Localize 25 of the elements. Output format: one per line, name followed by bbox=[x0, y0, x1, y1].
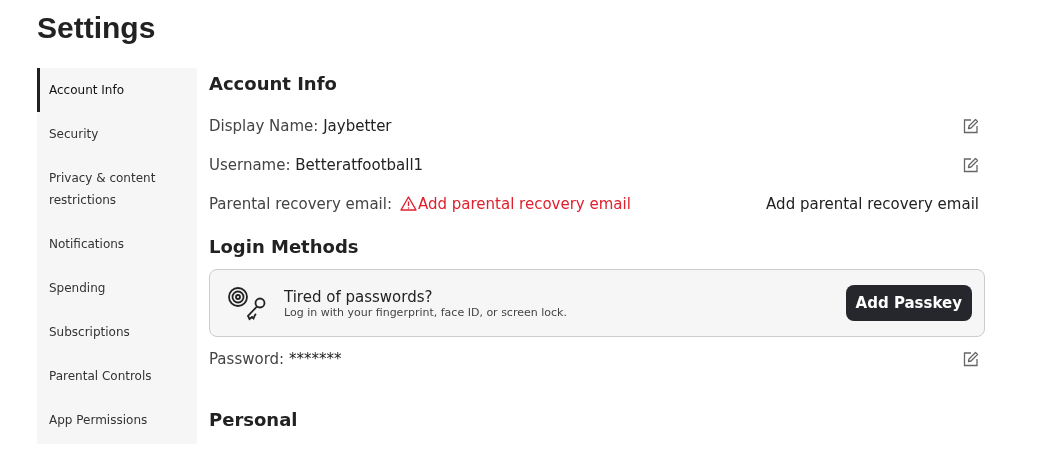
sidebar-item[interactable]: Privacy & content restrictions bbox=[37, 156, 197, 222]
edit-icon[interactable] bbox=[963, 350, 979, 367]
section-heading: Personal bbox=[209, 408, 299, 432]
sidebar-item[interactable]: Account Info bbox=[37, 68, 197, 112]
sidebar-item[interactable]: Spending bbox=[37, 266, 197, 310]
sidebar-item[interactable]: Security bbox=[37, 112, 197, 156]
section-heading: Account Info bbox=[209, 72, 338, 96]
sidebar-item[interactable]: Subscriptions bbox=[37, 310, 197, 354]
sidebar-item[interactable]: Notifications bbox=[37, 222, 197, 266]
field-text: Password: ******* bbox=[209, 349, 342, 368]
edit-icon[interactable] bbox=[963, 117, 979, 134]
edit-icon[interactable] bbox=[963, 156, 979, 173]
field-text: Username: Betteratfootball1 bbox=[209, 155, 424, 174]
add-passkey-button[interactable]: Add Passkey bbox=[845, 285, 972, 321]
card-title: Tired of passwords? bbox=[284, 287, 434, 306]
sidebar-item[interactable]: Parental Controls bbox=[37, 354, 197, 398]
sidebar-item[interactable]: App Permissions bbox=[37, 398, 197, 442]
page-title: Settings bbox=[37, 10, 157, 46]
section-heading: Login Methods bbox=[209, 235, 360, 259]
card-subtitle: Log in with your fingerprint, face ID, or screen lock. bbox=[284, 305, 568, 319]
warning-icon bbox=[400, 196, 417, 211]
add-email-link[interactable]: Add parental recovery email bbox=[766, 194, 979, 213]
field-text: Parental recovery email: bbox=[209, 194, 392, 213]
warning-link[interactable]: Add parental recovery email bbox=[400, 194, 631, 213]
field-text: Display Name: Jaybetter bbox=[209, 116, 392, 135]
